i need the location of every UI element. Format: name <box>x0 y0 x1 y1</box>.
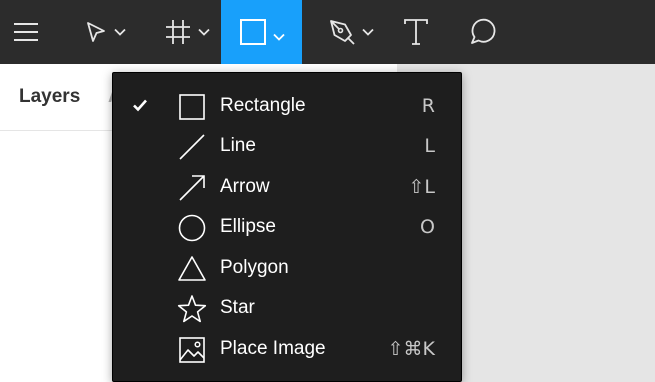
comment-tool-icon <box>471 18 496 44</box>
menu-item-arrow[interactable]: Arrow ⇧L <box>113 167 461 207</box>
comment-tool-button[interactable] <box>460 0 506 64</box>
chevron-down-icon <box>272 33 285 41</box>
line-icon <box>179 134 205 160</box>
main-menu-icon <box>14 23 38 41</box>
move-tool-icon <box>87 22 105 42</box>
pen-tool-button[interactable] <box>316 0 386 64</box>
menu-item-shortcut: L <box>424 135 435 157</box>
rectangle-tool-icon <box>239 19 266 45</box>
main-menu-button[interactable] <box>0 0 52 64</box>
menu-item-star[interactable]: Star <box>113 288 461 328</box>
menu-item-label: Place Image <box>220 338 326 359</box>
arrow-icon <box>179 175 205 201</box>
menu-item-label: Rectangle <box>220 95 306 116</box>
text-tool-icon <box>404 19 428 45</box>
menu-item-ellipse[interactable]: Ellipse O <box>113 207 461 247</box>
menu-item-label: Arrow <box>220 176 270 197</box>
menu-item-line[interactable]: Line L <box>113 126 461 166</box>
menu-item-place-image[interactable]: Place Image ⇧⌘K <box>113 329 461 369</box>
frame-tool-icon <box>166 20 190 44</box>
menu-item-label: Ellipse <box>220 216 276 237</box>
menu-item-polygon[interactable]: Polygon <box>113 248 461 288</box>
menu-item-shortcut: R <box>421 95 435 117</box>
star-icon <box>177 295 207 323</box>
menu-item-label: Line <box>220 135 256 156</box>
frame-tool-button[interactable] <box>152 0 222 64</box>
checkmark-icon <box>133 99 147 112</box>
rectangle-tool-button[interactable] <box>221 0 302 64</box>
chevron-down-icon <box>114 28 126 36</box>
shape-tools-menu: Rectangle R Line L Arrow ⇧L Ellipse O Po… <box>112 72 462 382</box>
menu-item-label: Star <box>220 297 255 318</box>
tab-layers[interactable]: Layers <box>19 86 80 108</box>
pen-tool-icon <box>330 20 355 45</box>
menu-item-label: Polygon <box>220 257 289 278</box>
toolbar <box>0 0 655 64</box>
move-tool-button[interactable] <box>70 0 140 64</box>
chevron-down-icon <box>362 28 374 36</box>
polygon-icon <box>178 256 206 281</box>
ellipse-icon <box>178 214 206 242</box>
image-icon <box>179 337 205 363</box>
text-tool-button[interactable] <box>394 0 438 64</box>
menu-item-rectangle[interactable]: Rectangle R <box>113 86 461 126</box>
menu-item-shortcut: O <box>420 216 435 238</box>
rectangle-icon <box>179 94 205 120</box>
chevron-down-icon <box>198 28 210 36</box>
menu-item-shortcut: ⇧⌘K <box>387 338 435 360</box>
menu-item-shortcut: ⇧L <box>408 176 435 198</box>
